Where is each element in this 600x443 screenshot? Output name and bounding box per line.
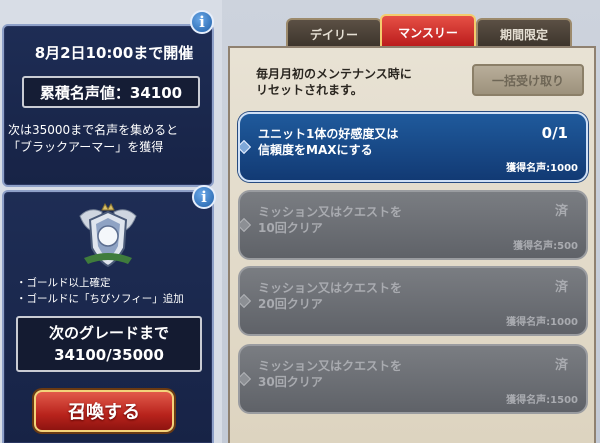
mission-title-line1: ミッション又はクエストを xyxy=(258,359,403,373)
grade-perk-1: ・ゴールド以上確定 xyxy=(16,277,111,289)
event-sidebar: 8月2日10:00まで開催 累積名声値：34100 次は35000まで名声を集め… xyxy=(0,0,222,443)
mission-progress: 0/1 xyxy=(541,124,568,142)
mission-completed-mark: 済 xyxy=(554,280,568,295)
grade-perks: ・ゴールド以上確定 ・ゴールドに「ちびソフィー」追加 xyxy=(16,275,212,307)
next-reward-description: 次は35000まで名声を集めると 「ブラックアーマー」を獲得 xyxy=(8,122,214,156)
gem-icon xyxy=(240,217,252,233)
event-info-panel: 8月2日10:00まで開催 累積名声値：34100 次は35000まで名声を集め… xyxy=(2,24,214,187)
mission-reward: 獲得名声:1000 xyxy=(506,317,578,328)
mission-title: ミッション又はクエストを 10回クリア xyxy=(258,204,498,236)
tab-limited[interactable]: 期間限定 xyxy=(476,18,572,48)
mission-item: ミッション又はクエストを 10回クリア 済 獲得名声:500 xyxy=(238,190,588,260)
mission-title-line2: 10回クリア xyxy=(258,221,323,235)
mission-item[interactable]: ユニット1体の好感度又は 信頼度をMAXにする 0/1 獲得名声:1000 xyxy=(238,112,588,182)
info-icon[interactable]: i xyxy=(190,10,214,34)
tab-daily[interactable]: デイリー xyxy=(286,18,382,48)
mission-title-line1: ミッション又はクエストを xyxy=(258,205,403,219)
mission-title: ミッション又はクエストを 20回クリア xyxy=(258,280,498,312)
info-icon[interactable]: i xyxy=(192,185,216,209)
mission-item: ミッション又はクエストを 20回クリア 済 獲得名声:1000 xyxy=(238,266,588,336)
mission-title-line2: 20回クリア xyxy=(258,297,323,311)
next-grade-progress: 34100/35000 xyxy=(54,346,164,364)
mission-completed-mark: 済 xyxy=(554,204,568,219)
mission-title-line1: ユニット1体の好感度又は xyxy=(258,127,399,141)
mission-reward: 獲得名声:1500 xyxy=(506,395,578,406)
grade-perk-2: ・ゴールドに「ちびソフィー」追加 xyxy=(16,293,184,305)
gem-icon xyxy=(240,139,252,155)
mission-title: ミッション又はクエストを 30回クリア xyxy=(258,358,498,390)
collect-all-button[interactable]: 一括受け取り xyxy=(472,64,584,96)
platinum-emblem-icon xyxy=(79,202,137,268)
mission-reward: 獲得名声:500 xyxy=(513,241,578,252)
fame-total-box: 累積名声値：34100 xyxy=(22,76,200,108)
next-grade-box: 次のグレードまで 34100/35000 xyxy=(16,316,202,372)
mission-title: ユニット1体の好感度又は 信頼度をMAXにする xyxy=(258,126,498,158)
summon-button[interactable]: 召喚する xyxy=(34,390,174,432)
gem-icon xyxy=(240,371,252,387)
reset-note-line1: 毎月月初のメンテナンス時に xyxy=(256,67,412,81)
gem-icon xyxy=(240,293,252,309)
next-reward-line2: 「ブラックアーマー」を獲得 xyxy=(8,140,164,154)
mission-title-line2: 信頼度をMAXにする xyxy=(258,143,373,157)
mission-title-line1: ミッション又はクエストを xyxy=(258,281,403,295)
event-end-date: 8月2日10:00まで開催 xyxy=(34,44,194,62)
mission-reward: 獲得名声:1000 xyxy=(506,163,578,174)
mission-title-line2: 30回クリア xyxy=(258,375,323,389)
mission-completed-mark: 済 xyxy=(554,358,568,373)
mission-item: ミッション又はクエストを 30回クリア 済 獲得名声:1500 xyxy=(238,344,588,414)
next-grade-label: 次のグレードまで xyxy=(48,324,169,342)
tab-monthly[interactable]: マンスリー xyxy=(380,14,476,48)
next-reward-line1: 次は35000まで名声を集めると xyxy=(8,123,179,137)
reset-note: 毎月月初のメンテナンス時に リセットされます。 xyxy=(256,66,476,98)
mission-tabs: デイリー 期間限定 マンスリー xyxy=(272,10,600,48)
reset-note-line2: リセットされます。 xyxy=(256,83,363,97)
